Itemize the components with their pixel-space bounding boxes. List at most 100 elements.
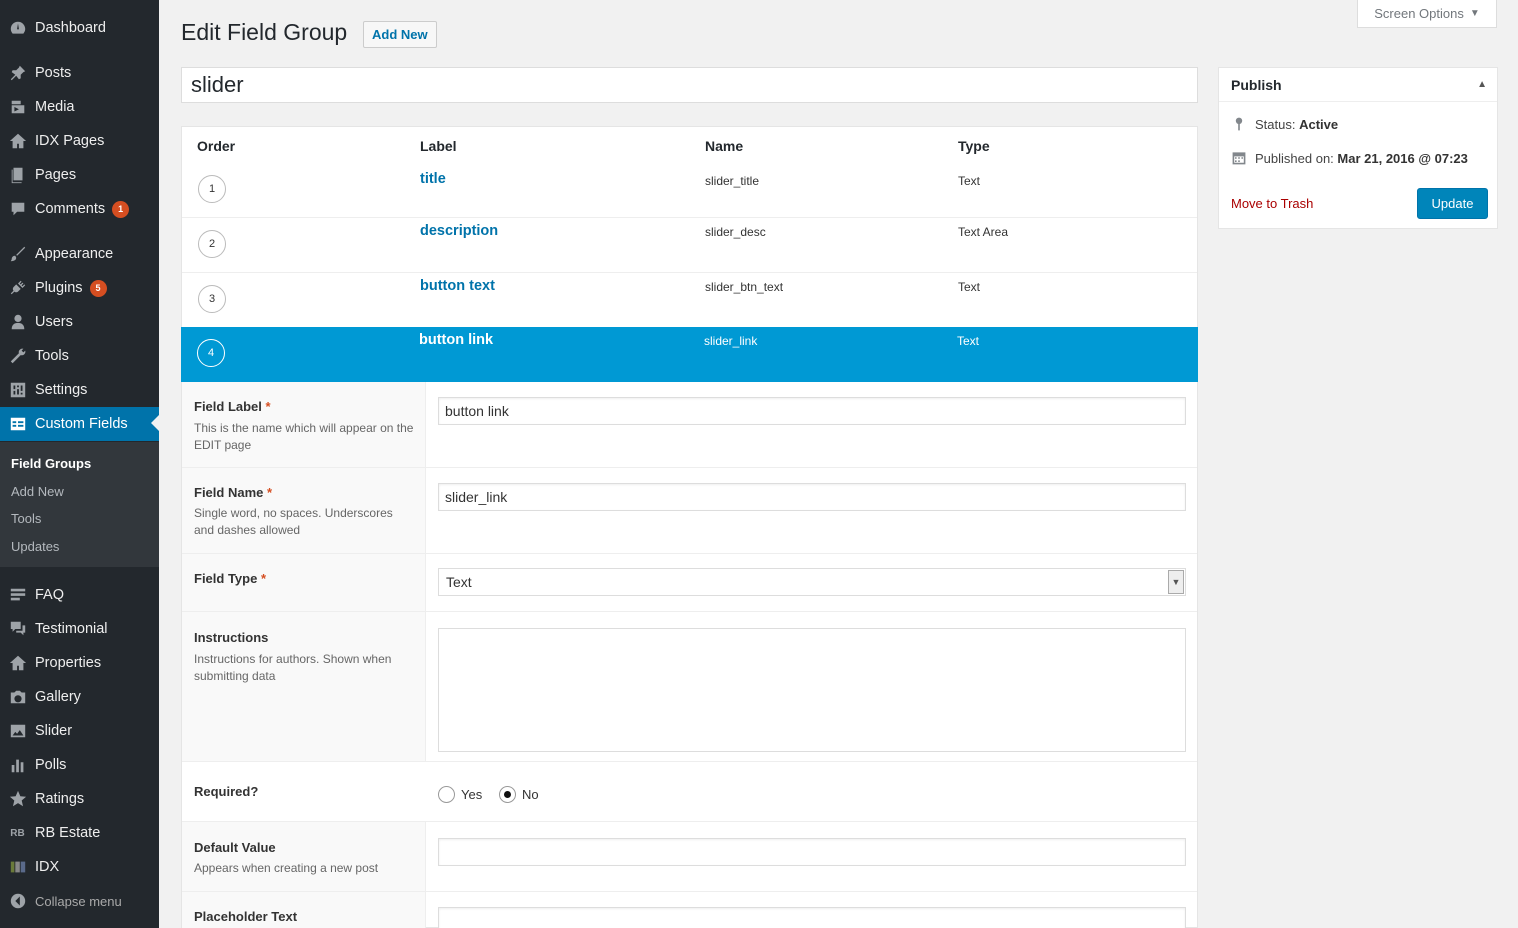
field-row[interactable]: 3 button text slider_btn_text Text: [182, 273, 1197, 328]
chevron-down-icon: ▼: [1168, 570, 1184, 594]
sidebar-item-rb-estate[interactable]: RB RB Estate: [0, 816, 159, 850]
sidebar-item-users[interactable]: Users: [0, 305, 159, 339]
sidebar-item-appearance[interactable]: Appearance: [0, 237, 159, 271]
field-row-selected[interactable]: 4 button link slider_link Text: [181, 327, 1198, 382]
sidebar-item-tools[interactable]: Tools: [0, 339, 159, 373]
sliders-icon: [0, 381, 35, 399]
header-order: Order: [197, 138, 236, 154]
image-icon: [0, 722, 35, 740]
wrench-icon: [0, 347, 35, 365]
published-date: Mar 21, 2016 @ 07:23: [1337, 150, 1468, 166]
default-value-input[interactable]: [438, 838, 1186, 866]
setting-field-type: Field Type * Text ▼: [182, 554, 1197, 612]
caret-down-icon: ▼: [1469, 8, 1480, 19]
setting-instructions: Instructions Instructions for authors. S…: [182, 612, 1197, 762]
field-type: Text: [958, 280, 981, 294]
field-type-select[interactable]: Text ▼: [438, 568, 1186, 596]
sidebar-item-idx-pages[interactable]: IDX Pages: [0, 124, 159, 158]
field-label-link[interactable]: button text: [420, 278, 495, 294]
sidebar-item-faq[interactable]: FAQ: [0, 578, 159, 612]
field-label-link[interactable]: description: [420, 223, 498, 239]
camera-icon: [0, 688, 35, 706]
home-icon: [0, 132, 35, 150]
required-yes-radio[interactable]: Yes: [438, 786, 482, 803]
comments-icon: [0, 620, 35, 638]
field-settings-panel: Field Label * This is the name which wil…: [182, 382, 1197, 928]
field-row[interactable]: 2 description slider_desc Text Area: [182, 218, 1197, 273]
sidebar-item-pages[interactable]: Pages: [0, 158, 159, 192]
sidebar-item-dashboard[interactable]: Dashboard: [0, 11, 159, 45]
field-label-link[interactable]: button link: [419, 332, 493, 348]
submenu-field-groups[interactable]: Field Groups: [11, 456, 91, 471]
plug-icon: [0, 279, 35, 297]
header-name: Name: [705, 138, 744, 154]
table-icon: [0, 415, 35, 433]
move-to-trash-link[interactable]: Move to Trash: [1231, 196, 1313, 211]
order-badge[interactable]: 2: [198, 230, 226, 258]
setting-label: Required?: [194, 784, 259, 799]
header-label: Label: [420, 138, 457, 154]
field-row[interactable]: 1 title slider_title Text: [182, 163, 1197, 218]
sidebar-item-gallery[interactable]: Gallery: [0, 680, 159, 714]
caret-up-icon[interactable]: ▲: [1477, 79, 1487, 90]
publish-header[interactable]: Publish ▲: [1219, 68, 1497, 102]
comment-icon: [0, 200, 35, 218]
sidebar-item-media[interactable]: Media: [0, 90, 159, 124]
setting-required: Required? Yes No: [182, 762, 1197, 822]
field-name: slider_desc: [705, 225, 766, 239]
field-group-title-input[interactable]: slider: [181, 67, 1198, 103]
sidebar-item-settings[interactable]: Settings: [0, 373, 159, 407]
sidebar-item-custom-fields[interactable]: Custom Fields: [0, 407, 159, 441]
field-name-input[interactable]: slider_link: [438, 483, 1186, 511]
dashboard-icon: [0, 19, 35, 37]
setting-field-name: Field Name * Single word, no spaces. Und…: [182, 468, 1197, 554]
admin-sidebar: Dashboard Posts Media IDX Pages Pages Co…: [0, 0, 159, 928]
plugins-count-badge: 5: [89, 279, 107, 297]
screen-options-label: Screen Options: [1374, 6, 1464, 21]
collapse-icon: [0, 892, 35, 910]
order-badge[interactable]: 1: [198, 175, 226, 203]
pin-icon: [0, 64, 35, 82]
custom-fields-submenu: Field Groups Add New Tools Updates: [0, 442, 159, 567]
status-value: Active: [1299, 116, 1339, 132]
submenu-tools[interactable]: Tools: [11, 511, 41, 526]
sidebar-item-ratings[interactable]: Ratings: [0, 782, 159, 816]
sidebar-item-comments[interactable]: Comments 1: [0, 192, 159, 226]
media-icon: [0, 98, 35, 116]
home-icon: [0, 654, 35, 672]
publish-box: Publish ▲ Status: Active Published on: M…: [1218, 67, 1498, 229]
collapse-menu-button[interactable]: Collapse menu: [0, 884, 159, 918]
instructions-textarea[interactable]: [438, 628, 1186, 752]
star-icon: [0, 790, 35, 808]
sidebar-item-plugins[interactable]: Plugins 5: [0, 271, 159, 305]
placeholder-input[interactable]: [438, 907, 1186, 928]
list-icon: [0, 586, 35, 604]
add-new-button[interactable]: Add New: [363, 21, 437, 48]
field-label-input[interactable]: button link: [438, 397, 1186, 425]
field-label-link[interactable]: title: [420, 171, 446, 187]
required-no-radio[interactable]: No: [499, 786, 539, 803]
setting-description: Single word, no spaces. Underscores and …: [194, 506, 393, 537]
setting-label: Placeholder Text: [194, 909, 298, 924]
chart-icon: [0, 756, 35, 774]
sidebar-item-polls[interactable]: Polls: [0, 748, 159, 782]
field-name: slider_btn_text: [705, 280, 784, 294]
screen-options-button[interactable]: Screen Options ▼: [1357, 0, 1497, 28]
setting-description: This is the name which will appear on th…: [194, 421, 414, 452]
order-badge[interactable]: 3: [198, 285, 226, 313]
sidebar-item-properties[interactable]: Properties: [0, 646, 159, 680]
sidebar-item-posts[interactable]: Posts: [0, 56, 159, 90]
submenu-updates[interactable]: Updates: [11, 539, 59, 554]
setting-description: Instructions for authors. Shown when sub…: [194, 652, 392, 683]
idx-logo-icon: [0, 858, 35, 876]
sidebar-item-slider[interactable]: Slider: [0, 714, 159, 748]
submenu-add-new[interactable]: Add New: [11, 484, 64, 499]
sidebar-item-idx[interactable]: IDX: [0, 850, 159, 884]
update-button[interactable]: Update: [1417, 188, 1488, 219]
sidebar-item-testimonial[interactable]: Testimonial: [0, 612, 159, 646]
field-name: slider_link: [704, 334, 758, 348]
setting-description: Appears when creating a new post: [194, 861, 379, 875]
field-type: Text: [957, 334, 980, 348]
order-badge[interactable]: 4: [197, 339, 225, 367]
field-type: Text Area: [958, 225, 1009, 239]
